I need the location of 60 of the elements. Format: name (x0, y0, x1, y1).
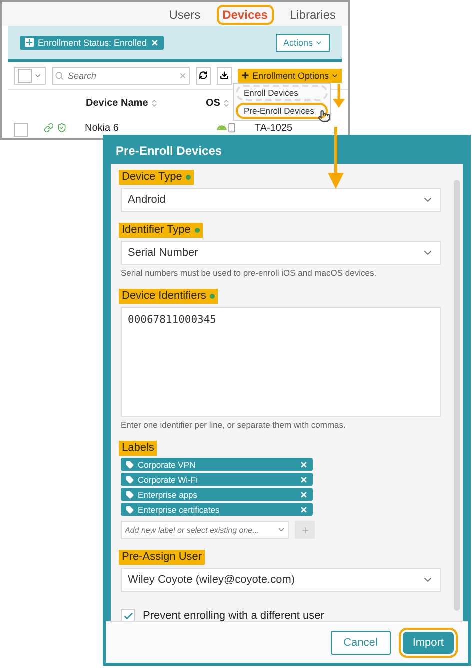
sort-icon (222, 98, 232, 108)
label-tag: Corporate Wi-Fi (121, 473, 313, 486)
remove-icon (151, 38, 160, 46)
label-tag: Enterprise certificates (121, 503, 313, 516)
arrow (328, 127, 344, 189)
phone-icon (227, 123, 237, 133)
field-hint: Serial numbers must be used to pre-enroll iOS and macOS devices. (121, 268, 378, 278)
field-label: Identifier Type (119, 223, 203, 238)
download-icon (220, 71, 230, 80)
sort-icon (150, 98, 160, 108)
android-icon (217, 123, 227, 133)
remove-icon[interactable] (300, 506, 308, 514)
label-tag: Corporate VPN (121, 458, 313, 471)
download-button[interactable] (217, 66, 232, 84)
nav-tab[interactable]: Libraries (284, 5, 342, 25)
checkbox[interactable] (121, 609, 135, 621)
checkbox-label: Prevent enrolling with a different user (143, 610, 324, 621)
menu-item[interactable]: Pre-Enroll Devices (236, 103, 328, 119)
field-label: Device Identifiers (119, 289, 218, 304)
table-cell: TA-1025 (255, 123, 293, 134)
search-field[interactable]: Search (52, 66, 190, 84)
scrollbar[interactable] (454, 180, 460, 611)
tag-icon (126, 506, 134, 514)
link-icon (44, 123, 54, 133)
label-tag: Enterprise apps (121, 488, 313, 501)
plus-icon (241, 71, 250, 80)
actions-button[interactable]: Actions (276, 34, 330, 52)
field-label: Device Type (119, 170, 194, 185)
column-header[interactable]: Device Name (86, 98, 206, 108)
tag-icon (126, 490, 134, 498)
tag-icon (126, 476, 134, 484)
refresh-icon (199, 71, 208, 80)
chevron-icon (277, 526, 286, 534)
select-field[interactable]: Android (121, 188, 441, 212)
dialog-title: Pre-Enroll Devices (106, 138, 468, 164)
column-header[interactable]: OS (206, 98, 232, 108)
field-hint: Enter one identifier per line, or separate them with commas. (121, 420, 347, 430)
remove-icon[interactable] (300, 490, 308, 498)
enrollment-options-button[interactable]: Enrollment Options (238, 68, 342, 82)
arrow (333, 84, 345, 108)
pointer-icon (318, 110, 331, 123)
plus-icon (300, 526, 310, 534)
row-checkbox[interactable] (14, 123, 28, 137)
select-field[interactable]: Wiley Coyote (wiley@coyote.com) (121, 568, 441, 592)
nav-tab[interactable]: Users (163, 5, 207, 25)
remove-icon[interactable] (300, 476, 308, 484)
menu-item[interactable]: Enroll Devices (236, 85, 328, 101)
refresh-button[interactable] (196, 66, 212, 84)
plus-icon (25, 38, 34, 47)
identifiers-field[interactable]: 00067811000345 (121, 307, 441, 417)
tag-icon (126, 460, 134, 468)
select-field[interactable]: Serial Number (121, 241, 441, 265)
clear-icon[interactable] (179, 72, 187, 80)
field-label: Labels (119, 441, 158, 456)
search-icon (55, 71, 64, 80)
remove-icon[interactable] (300, 460, 308, 468)
table-cell-text: Nokia 6 (85, 123, 120, 134)
field-label: Pre-Assign User (119, 550, 206, 565)
select-all-dropdown[interactable] (14, 66, 46, 84)
shield-icon (57, 123, 67, 133)
